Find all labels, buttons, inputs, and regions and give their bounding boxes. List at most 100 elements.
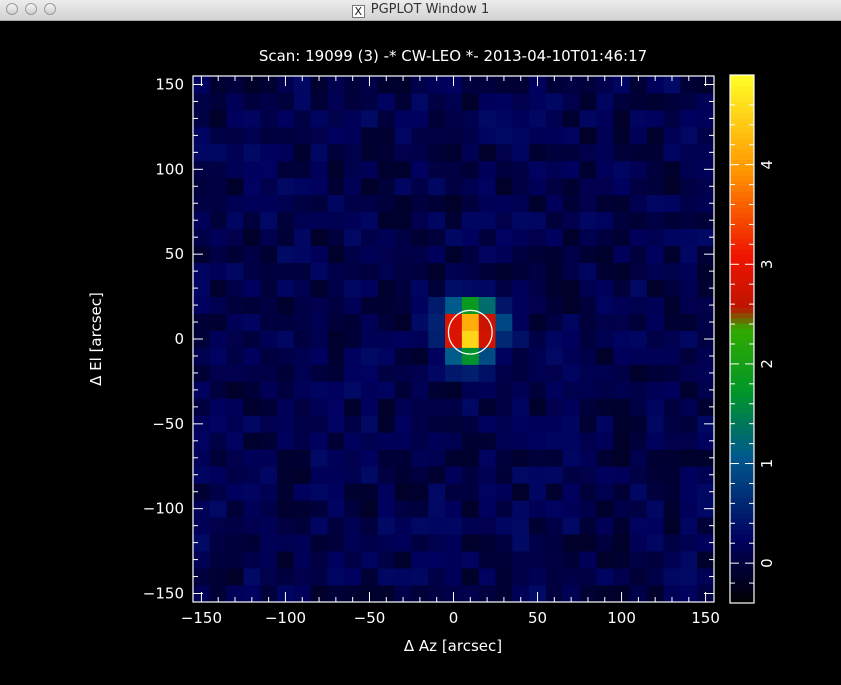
heatmap-cell (293, 568, 312, 586)
heatmap-cell (512, 398, 530, 416)
heatmap-cell (680, 92, 698, 111)
heatmap-cell (613, 398, 631, 416)
heatmap-cell (445, 177, 463, 196)
heatmap-cell (327, 279, 345, 297)
heatmap-cell (411, 432, 429, 450)
heatmap-cell (663, 500, 681, 518)
heatmap-cell (646, 313, 664, 331)
colorbar-segment (730, 111, 754, 118)
colorbar-segment (730, 360, 754, 366)
heatmap-cell (394, 398, 412, 416)
colorbar-segment (730, 312, 754, 319)
heatmap-cell (529, 568, 547, 586)
heatmap-cell (646, 466, 664, 484)
heatmap-cell (209, 143, 228, 162)
colorbar-segment (730, 133, 754, 139)
heatmap-cell (260, 517, 278, 535)
heatmap-cell (613, 262, 631, 281)
colorbar-segment (730, 291, 754, 298)
heatmap-cell (529, 500, 547, 518)
colorbar-segment (730, 333, 754, 340)
heatmap-cell (445, 381, 463, 399)
heatmap-cell (293, 398, 312, 416)
heatmap-cell (461, 568, 480, 586)
heatmap-cell (646, 228, 664, 247)
heatmap-cell (478, 92, 496, 111)
heatmap-cell (209, 364, 228, 382)
heatmap-cell (445, 347, 463, 365)
heatmap-cell (461, 313, 480, 331)
colorbar-segment (730, 117, 754, 124)
heatmap-cell (411, 211, 429, 230)
heatmap-cell (260, 466, 278, 484)
heatmap-cell (646, 347, 664, 365)
heatmap-cell (495, 143, 513, 162)
heatmap-cell (478, 126, 496, 145)
heatmap-cell (545, 330, 564, 348)
colorbar-segment (730, 286, 754, 292)
heatmap-cell (529, 364, 547, 382)
heatmap-cell (663, 262, 681, 281)
heatmap-cell (596, 568, 614, 586)
heatmap-cell (478, 500, 496, 518)
heatmap-cell (260, 313, 278, 331)
heatmap-cell (596, 364, 614, 382)
heatmap-cell (394, 126, 412, 145)
heatmap-cell (629, 398, 648, 416)
heatmap-cell (377, 126, 396, 145)
colorbar-segment (730, 587, 754, 593)
heatmap-cell (663, 551, 681, 569)
heatmap-cell (579, 92, 597, 111)
heatmap-cell (562, 160, 580, 179)
heatmap-cell (646, 245, 664, 264)
heatmap-cell (260, 177, 278, 196)
heatmap-cell (680, 500, 698, 518)
heatmap-cell (411, 551, 429, 569)
heatmap-cell (529, 109, 547, 128)
heatmap-cell (293, 160, 312, 179)
colorbar-segment (730, 207, 754, 213)
heatmap-cell (596, 534, 614, 552)
heatmap-cell (529, 449, 547, 467)
heatmap-cell (512, 330, 530, 348)
heatmap-cell (361, 109, 379, 128)
heatmap-cell (596, 466, 614, 484)
heatmap-cell (596, 126, 614, 145)
heatmap-cell (680, 381, 698, 399)
heatmap-cell (512, 415, 530, 433)
heatmap-cell (394, 483, 412, 501)
heatmap-cell (646, 432, 664, 450)
heatmap-cell (428, 432, 446, 450)
heatmap-cell (243, 517, 261, 535)
heatmap-cell (445, 313, 463, 331)
heatmap-cell (478, 211, 496, 230)
heatmap-cell (512, 313, 530, 331)
heatmap-cell (596, 194, 614, 213)
heatmap-cell (663, 160, 681, 179)
heatmap-cell (209, 126, 228, 145)
colorbar-segment (730, 449, 754, 456)
heatmap-cell (377, 109, 396, 128)
heatmap-cell (680, 466, 698, 484)
heatmap-cell (293, 483, 312, 501)
colorbar-segment (730, 228, 754, 234)
colorbar: 0 1 2 3 4 (729, 74, 776, 604)
colorbar-tick-label: 3 (758, 260, 776, 270)
heatmap-cell (545, 211, 564, 230)
heatmap-cell (260, 483, 278, 501)
heatmap-cell (529, 517, 547, 535)
heatmap-cell (243, 177, 261, 196)
heatmap-cell (613, 381, 631, 399)
heatmap-cell (361, 330, 379, 348)
colorbar-segment (730, 233, 754, 240)
heatmap-cell (260, 568, 278, 586)
heatmap-cell (293, 500, 312, 518)
heatmap-cell (579, 296, 597, 314)
heatmap-cell (562, 415, 580, 433)
heatmap-cell (209, 177, 228, 196)
colorbar-segment (730, 175, 754, 182)
colorbar-segment (730, 592, 754, 599)
heatmap-cell (629, 432, 648, 450)
heatmap-cell (562, 245, 580, 264)
heatmap-cell (512, 568, 530, 586)
